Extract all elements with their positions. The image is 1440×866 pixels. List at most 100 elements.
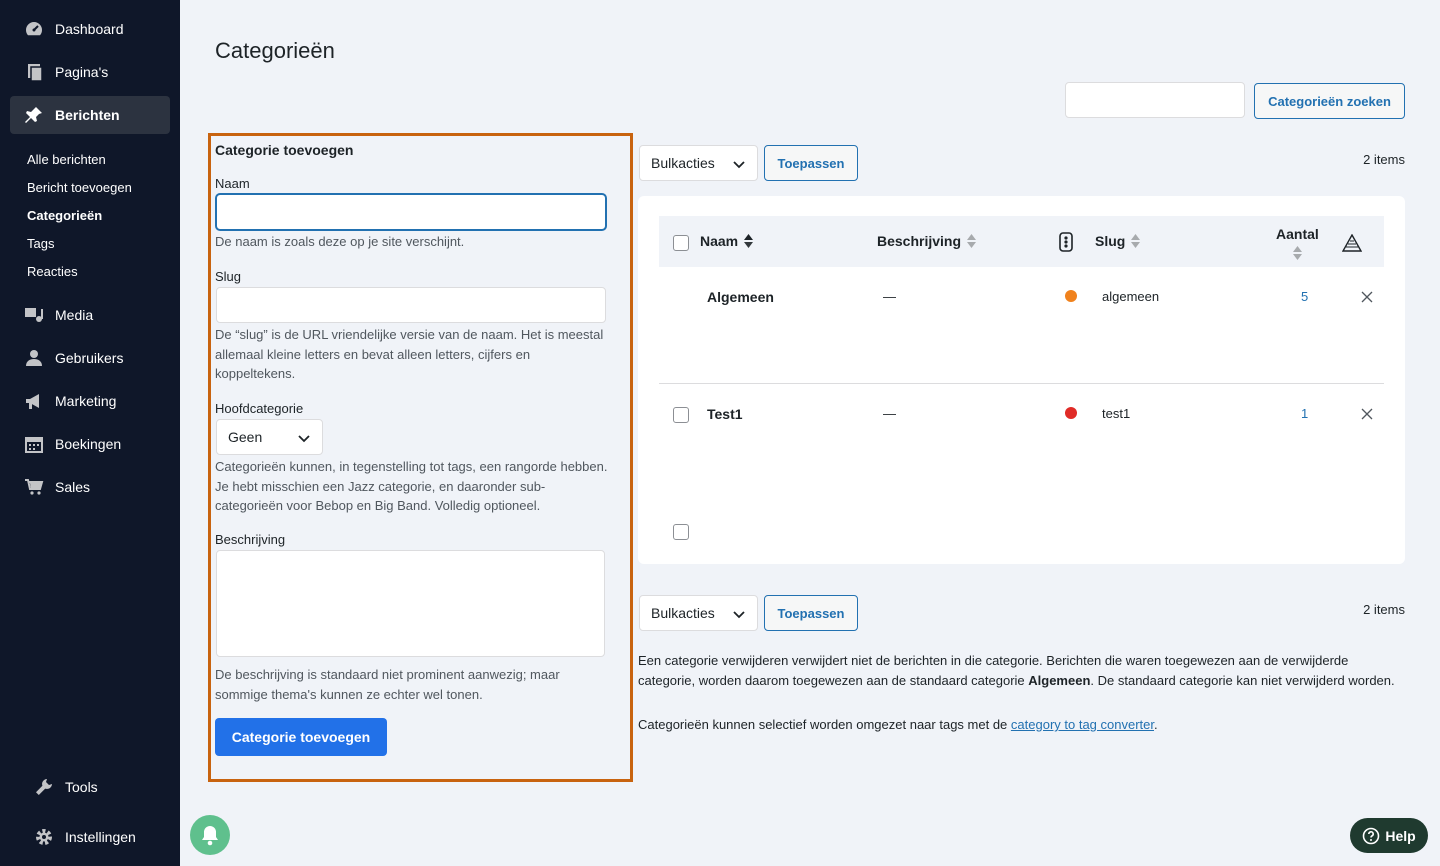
submenu-comments[interactable]: Reacties xyxy=(27,264,78,279)
category-description: — xyxy=(883,289,896,304)
category-count-link[interactable]: 1 xyxy=(1301,406,1308,421)
sort-icon xyxy=(1292,246,1302,260)
select-all-checkbox[interactable] xyxy=(673,235,689,251)
chevron-down-icon xyxy=(733,611,745,619)
sidebar-item-label: Gebruikers xyxy=(55,350,124,366)
row-checkbox[interactable] xyxy=(673,407,689,423)
converter-note-text: Categorieën kunnen selectief worden omge… xyxy=(638,717,1011,732)
close-icon[interactable] xyxy=(1360,407,1374,421)
delete-note-text-end: . De standaard categorie kan niet verwij… xyxy=(1090,672,1395,688)
parent-help: Categorieën kunnen, in tegenstelling tot… xyxy=(215,459,608,513)
sidebar-item-sales[interactable]: Sales xyxy=(10,468,170,506)
sidebar-item-posts[interactable]: Berichten xyxy=(10,96,170,134)
apply-button[interactable]: Toepassen xyxy=(764,145,858,181)
sidebar-item-label: Boekingen xyxy=(55,436,122,452)
items-count: 2 items xyxy=(1363,152,1405,167)
sidebar-item-bookings[interactable]: Boekingen xyxy=(10,425,170,463)
apply-button-bottom[interactable]: Toepassen xyxy=(764,595,858,631)
dashboard-icon xyxy=(24,19,44,39)
category-name-link[interactable]: Algemeen xyxy=(707,289,774,305)
gear-icon xyxy=(34,827,54,847)
wrench-icon xyxy=(34,777,54,797)
search-input[interactable] xyxy=(1065,82,1245,118)
media-icon xyxy=(24,305,44,325)
submenu-tags[interactable]: Tags xyxy=(27,236,54,251)
help-label: Help xyxy=(1385,827,1416,844)
sort-icon xyxy=(1131,234,1141,248)
submenu-categories[interactable]: Categorieën xyxy=(27,208,102,223)
question-icon xyxy=(1363,827,1380,844)
sort-asc-icon xyxy=(744,234,754,248)
parent-label: Hoofdcategorie xyxy=(215,401,304,416)
sidebar-item-label: Marketing xyxy=(55,393,117,409)
sidebar-item-label: Pagina's xyxy=(55,64,109,80)
slug-help: De “slug” is de URL vriendelijke versie … xyxy=(215,327,604,381)
pin-icon xyxy=(24,105,44,125)
help-button[interactable]: Help xyxy=(1350,818,1428,853)
sidebar-item-label: Tools xyxy=(65,779,98,795)
column-count-label: Aantal xyxy=(1276,226,1319,242)
admin-sidebar: Dashboard Pagina's Berichten Alle berich… xyxy=(0,0,180,866)
sidebar-item-tools[interactable]: Tools xyxy=(10,768,170,806)
submenu-all-posts[interactable]: Alle berichten xyxy=(27,152,106,167)
name-help: De naam is zoals deze op je site verschi… xyxy=(215,234,465,249)
slug-label: Slug xyxy=(215,269,242,284)
chevron-down-icon xyxy=(298,435,310,443)
page-title: Categorieën xyxy=(215,38,335,63)
default-category-name: Algemeen xyxy=(1028,672,1091,688)
megaphone-icon xyxy=(24,391,44,411)
category-count-link[interactable]: 5 xyxy=(1301,289,1308,304)
category-color-dot xyxy=(1065,407,1077,419)
category-name-link[interactable]: Test1 xyxy=(707,406,743,422)
notifications-button[interactable] xyxy=(190,815,230,855)
cart-icon xyxy=(24,477,44,497)
tag-converter-link[interactable]: category to tag converter xyxy=(1011,717,1154,732)
delete-note: Een categorie verwijderen verwijdert nie… xyxy=(638,651,1398,690)
converter-note-end: . xyxy=(1154,717,1158,732)
select-all-checkbox-bottom[interactable] xyxy=(673,524,689,540)
color-column-icon xyxy=(1059,232,1073,257)
sidebar-item-pages[interactable]: Pagina's xyxy=(10,53,170,91)
column-description[interactable]: Beschrijving xyxy=(877,233,977,249)
slug-input[interactable] xyxy=(216,287,606,323)
close-icon[interactable] xyxy=(1360,290,1374,304)
category-slug: algemeen xyxy=(1102,289,1160,304)
converter-note: Categorieën kunnen selectief worden omge… xyxy=(638,715,1418,735)
calendar-icon xyxy=(24,434,44,454)
column-name-label: Naam xyxy=(700,233,739,249)
add-category-button[interactable]: Categorie toevoegen xyxy=(215,718,387,756)
category-slug: test1 xyxy=(1102,406,1131,421)
column-name[interactable]: Naam xyxy=(700,233,754,249)
pages-icon xyxy=(24,62,44,82)
warning-icon xyxy=(1341,233,1363,257)
submenu-add-post[interactable]: Bericht toevoegen xyxy=(27,180,132,195)
sort-icon xyxy=(967,234,977,248)
sidebar-item-marketing[interactable]: Marketing xyxy=(10,382,170,420)
category-description: — xyxy=(883,406,896,421)
description-help: De beschrijving is standaard niet promin… xyxy=(215,667,560,702)
category-color-dot xyxy=(1065,290,1077,302)
column-slug-label: Slug xyxy=(1095,233,1126,249)
description-textarea[interactable] xyxy=(216,550,605,657)
user-icon xyxy=(24,348,44,368)
bulk-actions-value: Bulkacties xyxy=(651,605,715,621)
row-divider xyxy=(659,383,1384,384)
sidebar-item-settings[interactable]: Instellingen xyxy=(10,818,170,856)
name-input[interactable] xyxy=(216,194,606,230)
sidebar-item-label: Media xyxy=(55,307,94,323)
bell-icon xyxy=(202,826,218,846)
bulk-actions-select-bottom[interactable]: Bulkacties xyxy=(639,595,758,631)
column-slug[interactable]: Slug xyxy=(1095,233,1141,249)
column-count[interactable]: Aantal xyxy=(1276,226,1319,260)
bulk-actions-select[interactable]: Bulkacties xyxy=(639,145,758,181)
sidebar-item-label: Instellingen xyxy=(65,829,136,845)
sidebar-item-label: Dashboard xyxy=(55,21,124,37)
sidebar-item-media[interactable]: Media xyxy=(10,296,170,334)
sidebar-item-dashboard[interactable]: Dashboard xyxy=(10,10,170,48)
bulk-actions-value: Bulkacties xyxy=(651,155,715,171)
sidebar-item-label: Berichten xyxy=(55,107,120,123)
sidebar-item-users[interactable]: Gebruikers xyxy=(10,339,170,377)
parent-category-select[interactable]: Geen xyxy=(216,419,323,455)
search-categories-button[interactable]: Categorieën zoeken xyxy=(1254,83,1405,119)
column-description-label: Beschrijving xyxy=(877,233,962,249)
